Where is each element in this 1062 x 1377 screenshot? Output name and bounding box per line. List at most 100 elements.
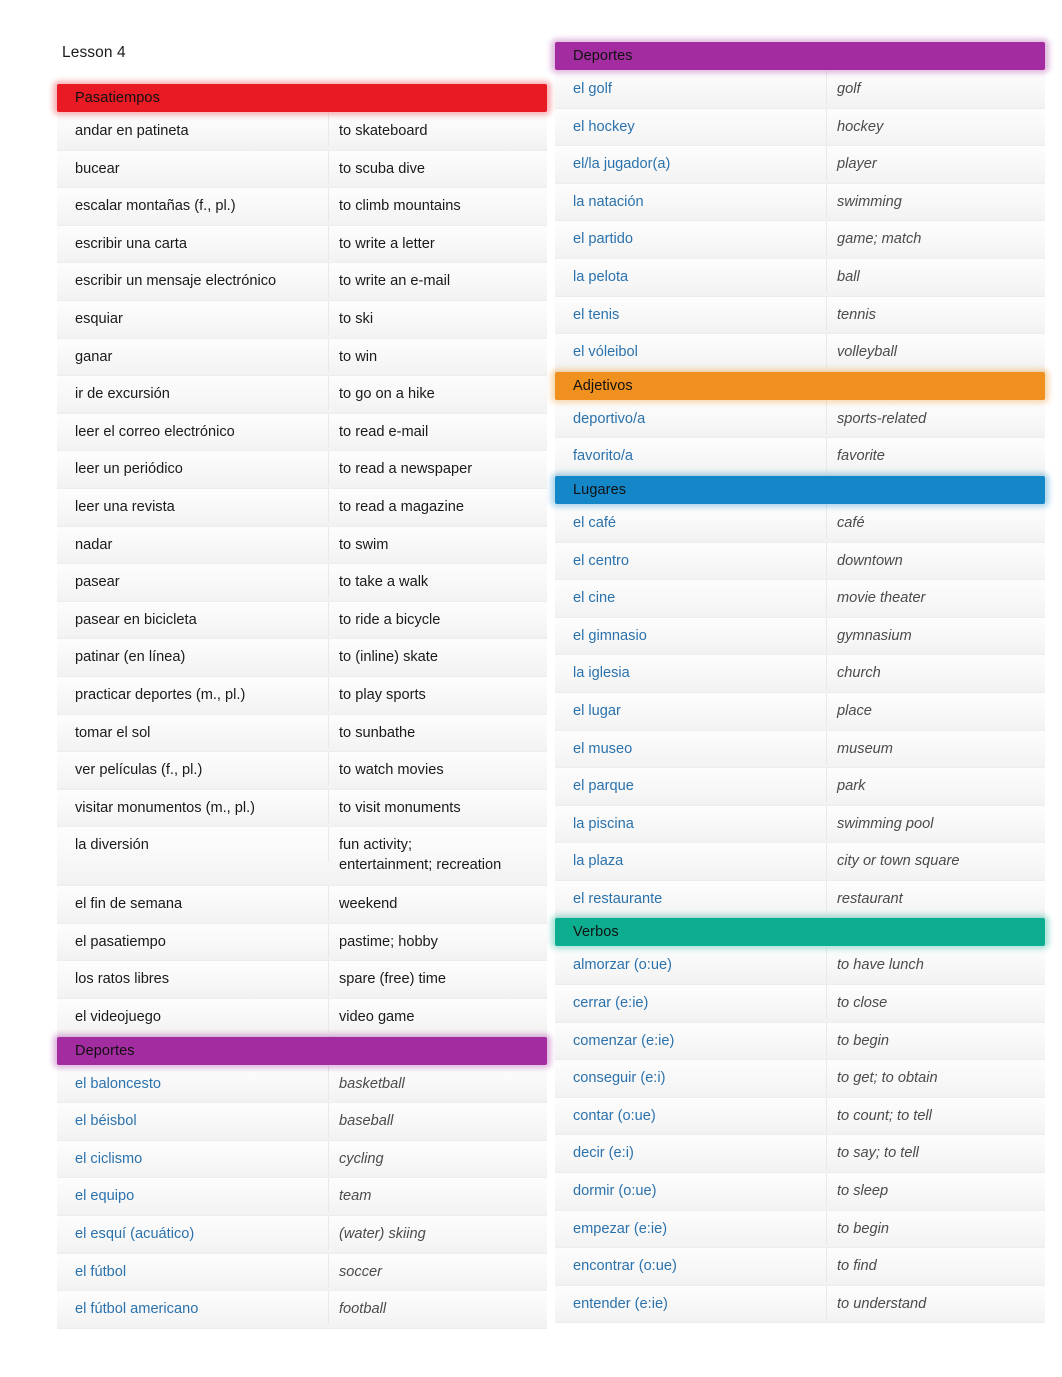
vocabulary-row: el hockey hockey [555, 108, 1045, 147]
vocabulary-term-english: ball [837, 268, 860, 285]
vocabulary-term-english: video game [339, 1009, 415, 1026]
vocabulary-term-english: to read a newspaper [339, 461, 473, 478]
section-header-label: Verbos [573, 924, 619, 941]
vocabulary-row: ver películas (f., pl.) to watch movies [57, 752, 547, 790]
vocabulary-term-spanish: decir (e:i) [555, 1135, 827, 1170]
vocabulary-row: el fútbol americano football [57, 1291, 547, 1329]
vocabulary-term-english: to understand [837, 1295, 927, 1312]
vocabulary-term-english: place [837, 702, 872, 719]
vocabulary-row: ir de excursión to go on a hike [57, 376, 547, 414]
vocabulary-term-spanish: encontrar (o:ue) [555, 1248, 827, 1283]
vocabulary-term-english: weekend [339, 896, 398, 913]
vocabulary-row: conseguir (e:i) to get; to obtain [555, 1060, 1045, 1098]
section-header-label: Pasatiempos [75, 90, 160, 106]
vocabulary-term-english: game; match [837, 231, 922, 248]
vocabulary-term-english: to begin [837, 1220, 889, 1237]
vocabulary-row: el parque park [555, 768, 1045, 806]
vocabulary-term-english: to begin [837, 1032, 889, 1049]
vocabulary-row: esquiar to ski [57, 300, 547, 339]
vocabulary-row: pasear to take a walk [57, 564, 547, 602]
vocabulary-term-english: city or town square [837, 853, 960, 870]
vocabulary-term-spanish: almorzar (o:ue) [555, 947, 827, 982]
vocabulary-row: ganar to win [57, 338, 547, 377]
vocabulary-term-spanish: el hockey [555, 108, 827, 143]
vocabulary-row: el ciclismo cycling [57, 1140, 547, 1179]
vocabulary-term-spanish: el golf [555, 71, 827, 106]
vocabulary-row: el restaurante restaurant [555, 880, 1045, 919]
vocabulary-term-spanish: el restaurante [555, 880, 827, 916]
vocabulary-row: el vóleibol volleyball [555, 334, 1045, 372]
vocabulary-term-spanish: escribir una carta [57, 225, 329, 261]
vocabulary-row: bucear to scuba dive [57, 150, 547, 189]
vocabulary-term-english: to close [837, 995, 888, 1012]
vocabulary-row: pasear en bicicleta to ride a bicycle [57, 601, 547, 640]
vocabulary-term-spanish: leer una revista [57, 488, 329, 524]
right-column: Deportes el golf golf el hockey hockey el/la … [555, 42, 1045, 1324]
vocabulary-term-spanish: ver películas (f., pl.) [57, 752, 329, 787]
vocabulary-row: patinar (en línea) to (inline) skate [57, 639, 547, 677]
vocabulary-row: la iglesia church [555, 655, 1045, 693]
vocabulary-term-spanish: el gimnasio [555, 617, 827, 652]
vocabulary-term-english: downtown [837, 552, 903, 569]
vocabulary-row: el cine movie theater [555, 580, 1045, 618]
vocabulary-term-spanish: el tenis [555, 296, 827, 331]
vocabulary-term-english: to write a letter [339, 235, 435, 252]
vocabulary-row: la diversión fun activity; entertainment;… [57, 827, 547, 887]
vocabulary-term-english: (water) skiing [339, 1226, 426, 1243]
vocabulary-term-spanish: el fútbol americano [57, 1291, 329, 1326]
vocabulary-row: nadar to swim [57, 526, 547, 565]
vocabulary-row: el partido game; match [555, 221, 1045, 259]
vocabulary-term-english: to find [837, 1258, 877, 1275]
page-title: Lesson 4 [62, 44, 126, 61]
section-header-deportes: Deportes [57, 1036, 547, 1065]
vocabulary-row: el museo museum [555, 730, 1045, 769]
vocabulary-term-english: hockey [837, 118, 884, 135]
vocabulary-row: leer un periódico to read a newspaper [57, 451, 547, 489]
vocabulary-term-spanish: el vóleibol [555, 334, 827, 369]
vocabulary-term-english: team [339, 1188, 372, 1205]
vocabulary-term-english: tennis [837, 306, 876, 323]
vocabulary-row: el esquí (acuático) (water) skiing [57, 1216, 547, 1254]
section-header-verbos: Verbos [555, 918, 1045, 947]
vocabulary-row: el golf golf [555, 71, 1045, 109]
vocabulary-row: la pelota ball [555, 258, 1045, 297]
vocabulary-term-spanish: el béisbol [57, 1103, 329, 1138]
vocabulary-term-spanish: practicar deportes (m., pl.) [57, 676, 329, 712]
vocabulary-term-spanish: la piscina [555, 805, 827, 840]
vocabulary-term-english: to sleep [837, 1183, 889, 1200]
vocabulary-term-english: movie theater [837, 590, 926, 607]
vocabulary-row: tomar el sol to sunbathe [57, 714, 547, 753]
vocabulary-row: leer el correo electrónico to read e-mail [57, 413, 547, 452]
vocabulary-term-english: restaurant [837, 890, 903, 907]
vocabulary-term-spanish: leer un periódico [57, 451, 329, 486]
vocabulary-term-english: to write an e-mail [339, 273, 451, 290]
vocabulary-row: empezar (e:ie) to begin [555, 1210, 1045, 1249]
vocabulary-term-english: soccer [339, 1263, 382, 1280]
vocabulary-term-spanish: empezar (e:ie) [555, 1210, 827, 1245]
vocabulary-term-english: cycling [339, 1150, 384, 1167]
vocabulary-term-spanish: el pasatiempo [57, 923, 329, 959]
vocabulary-term-english: golf [837, 81, 861, 97]
vocabulary-term-english: to (inline) skate [339, 649, 438, 666]
vocabulary-term-spanish: deportivo/a [555, 400, 827, 435]
vocabulary-term-spanish: el ciclismo [57, 1140, 329, 1176]
vocabulary-term-english: volleyball [837, 344, 898, 361]
vocabulary-term-english: favorite [837, 448, 885, 465]
vocabulary-term-english: to climb mountains [339, 198, 461, 215]
vocabulary-term-english: to have lunch [837, 957, 924, 974]
vocabulary-term-english: sports-related [837, 410, 927, 427]
vocabulary-term-english: to read a magazine [339, 498, 464, 515]
vocabulary-row: el café café [555, 504, 1045, 543]
vocabulary-term-english: to read e-mail [339, 423, 429, 440]
vocabulary-row: el videojuego video game [57, 999, 547, 1037]
vocabulary-term-english: fun activity; entertainment; recreation [339, 837, 502, 873]
vocabulary-term-spanish: el equipo [57, 1178, 329, 1213]
vocabulary-term-spanish: ganar [57, 338, 329, 373]
vocabulary-term-spanish: leer el correo electrónico [57, 413, 329, 448]
vocabulary-term-spanish: andar en patineta [57, 113, 329, 148]
vocabulary-term-spanish: el/la jugador(a) [555, 146, 827, 181]
vocabulary-term-spanish: escribir un mensaje electrónico [57, 263, 329, 298]
vocabulary-term-english: to get; to obtain [837, 1070, 938, 1087]
vocabulary-row: los ratos libres spare (free) time [57, 961, 547, 1000]
vocabulary-row: el béisbol baseball [57, 1103, 547, 1141]
